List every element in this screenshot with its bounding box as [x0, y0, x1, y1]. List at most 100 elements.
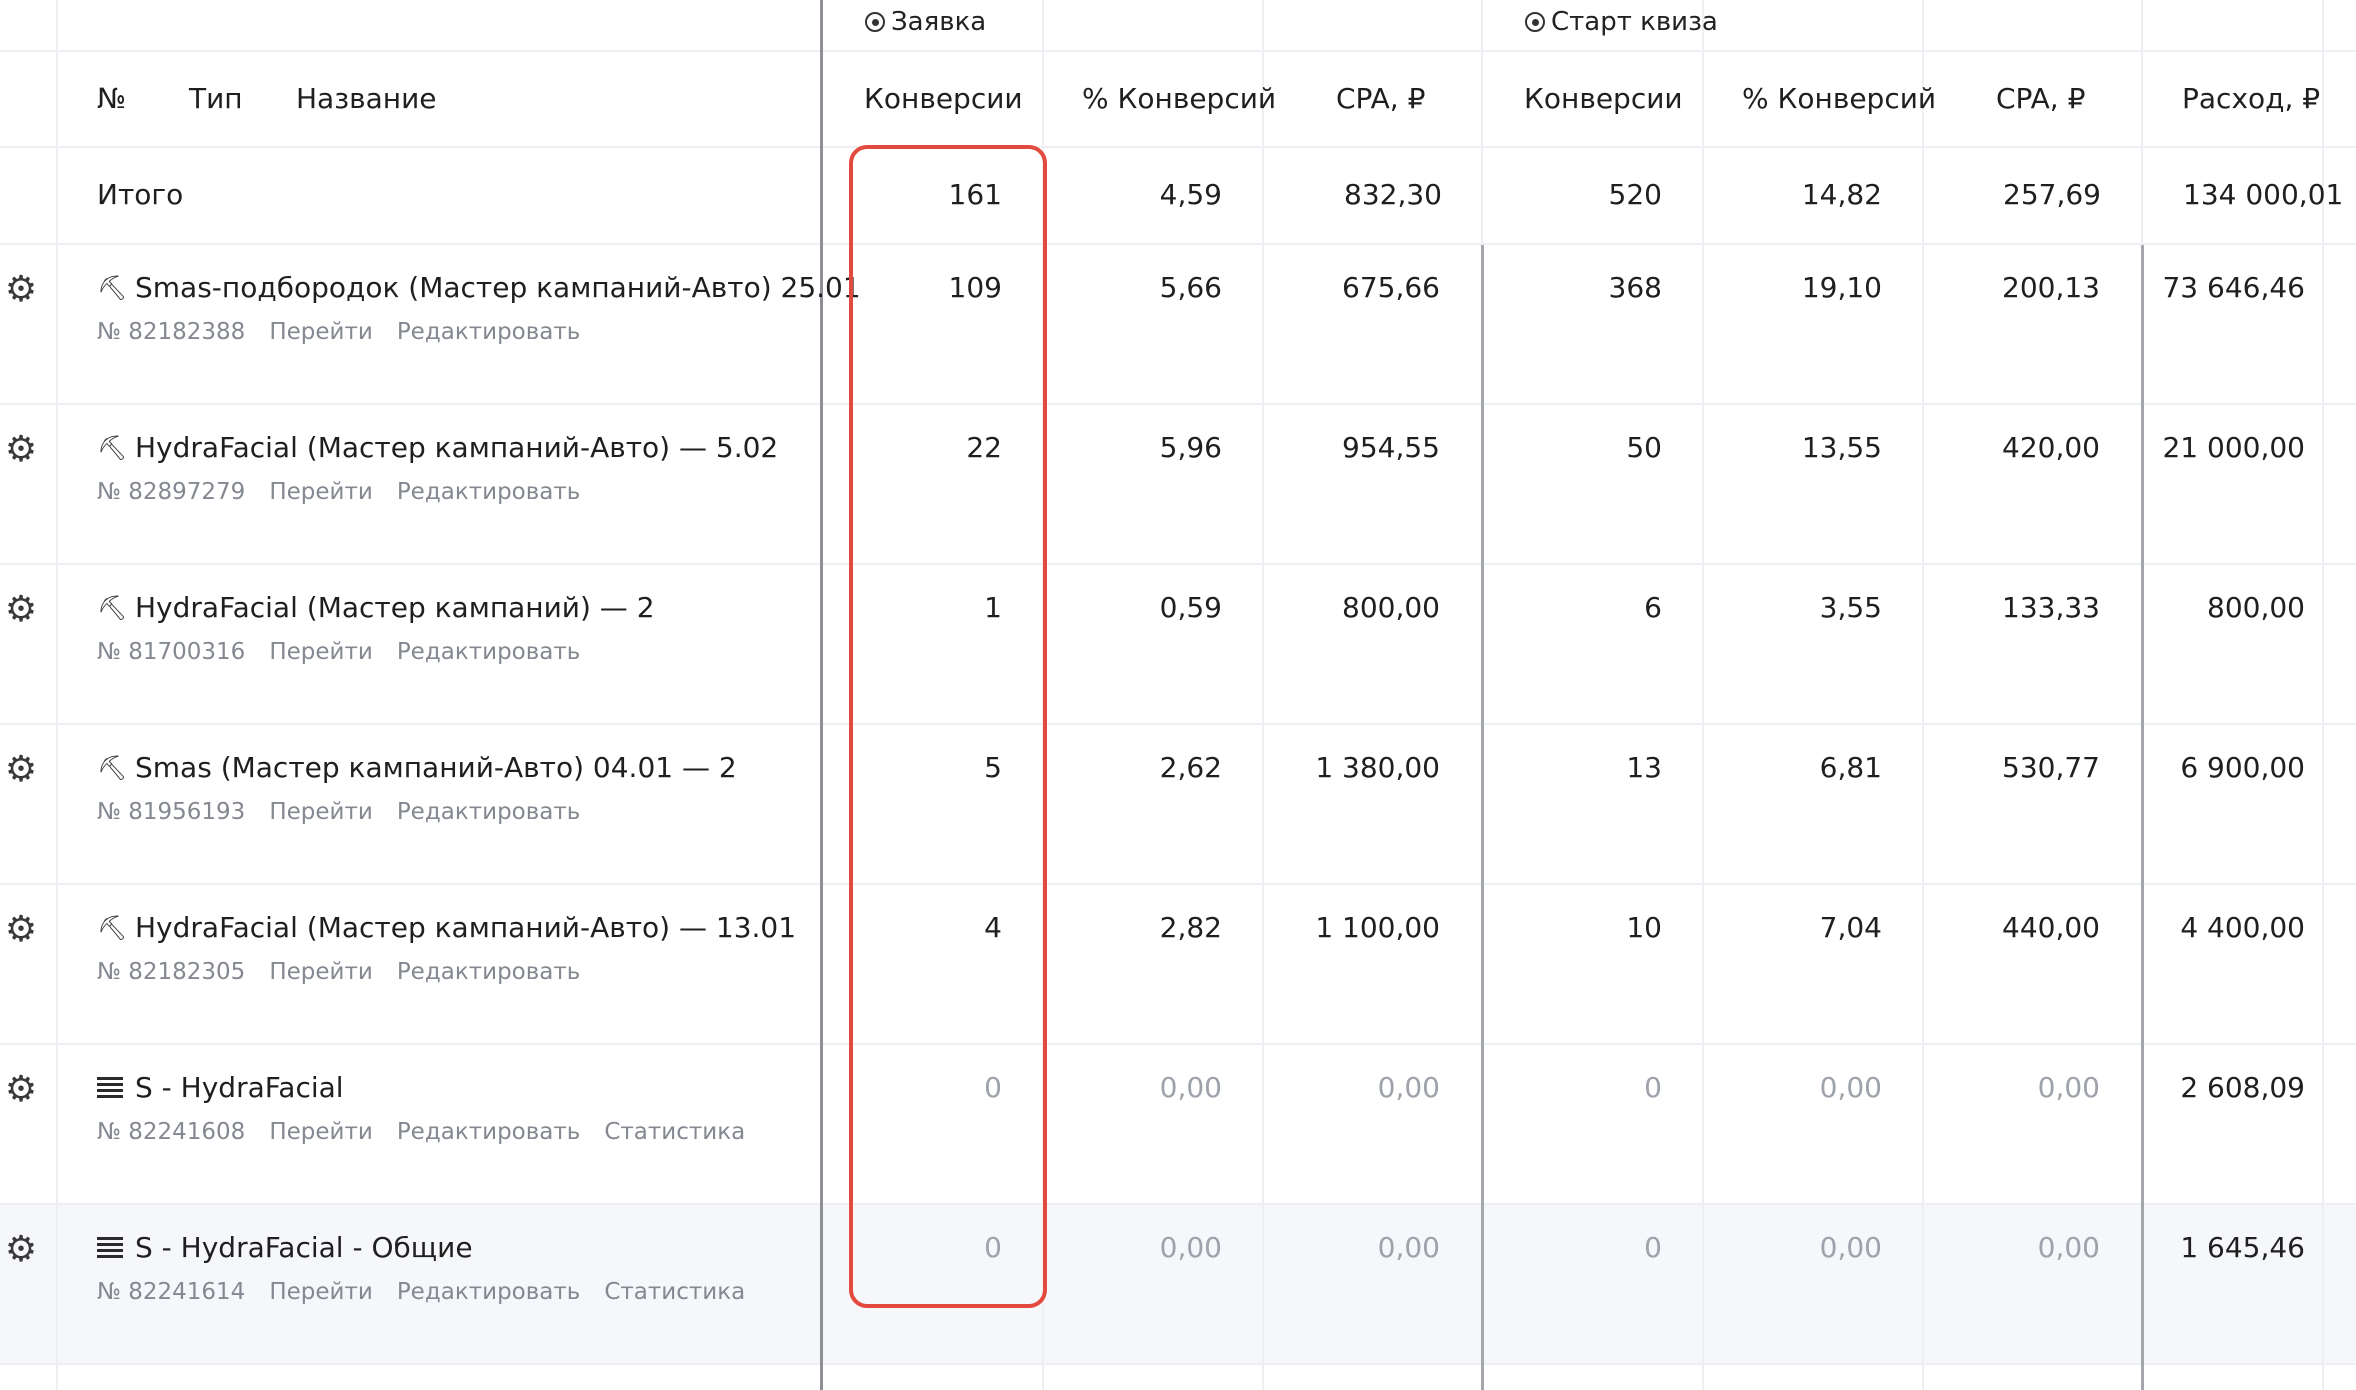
- cell-spend: 1 645,46: [2180, 1231, 2305, 1264]
- column-header-conversion-rate[interactable]: % Конверсий: [1742, 82, 1936, 115]
- campaign-name[interactable]: HydraFacial (Мастер кампаний-Авто) — 5.0…: [135, 431, 778, 464]
- campaign-name[interactable]: S - HydraFacial: [135, 1071, 344, 1104]
- edit-link[interactable]: Редактировать: [397, 959, 581, 985]
- go-link[interactable]: Перейти: [269, 1119, 373, 1145]
- total-conversion-rate: 4,59: [1159, 178, 1222, 211]
- settings-gear-icon[interactable]: ⚙: [4, 1072, 38, 1108]
- cell-conversion-rate: 13,55: [1801, 431, 1882, 464]
- cell-spend: 800,00: [2207, 591, 2305, 624]
- group-label: Заявка: [891, 7, 987, 37]
- highlight-box: [849, 145, 1047, 1308]
- cell-cpa: 0,00: [2037, 1071, 2100, 1104]
- total-label: Итого: [97, 178, 184, 211]
- total-conversions: 520: [1608, 178, 1662, 211]
- column-header-type[interactable]: Тип: [189, 82, 243, 115]
- cell-cpa: 530,77: [2002, 751, 2100, 784]
- column-header-number[interactable]: №: [97, 82, 126, 115]
- column-header-conversions[interactable]: Конверсии: [1524, 82, 1683, 115]
- master-campaign-auto-icon: ⛏: [97, 913, 128, 942]
- go-link[interactable]: Перейти: [269, 479, 373, 505]
- cell-conversion-rate: 6,81: [1819, 751, 1882, 784]
- statistics-link[interactable]: Статистика: [604, 1279, 745, 1305]
- table-row[interactable]: ⚙ ⛏ HydraFacial (Мастер кампаний) — 2 № 817…: [0, 563, 2356, 723]
- column-header-conversion-rate[interactable]: % Конверсий: [1082, 82, 1276, 115]
- total-spend: 134 000,01: [2183, 178, 2344, 211]
- cell-conversion-rate: 5,96: [1159, 431, 1222, 464]
- column-header-cpa[interactable]: CPA, ₽: [1336, 82, 1425, 115]
- go-link[interactable]: Перейти: [269, 639, 373, 665]
- cell-conversions: 10: [1626, 911, 1662, 944]
- column-header-name[interactable]: Название: [296, 82, 437, 115]
- table-row[interactable]: ⚙ S - HydraFacial № 82241608 Перейти Редакти…: [0, 1043, 2356, 1203]
- grid-line: [2141, 0, 2143, 245]
- table-row[interactable]: ⚙ ⛏ Smas (Мастер кампаний-Авто) 04.01 — 2 №…: [0, 723, 2356, 883]
- cell-spend: 6 900,00: [2180, 751, 2305, 784]
- go-link[interactable]: Перейти: [269, 959, 373, 985]
- edit-link[interactable]: Редактировать: [397, 479, 581, 505]
- campaign-name[interactable]: HydraFacial (Мастер кампаний) — 2: [135, 591, 655, 624]
- edit-link[interactable]: Редактировать: [397, 319, 581, 345]
- master-campaign-auto-icon: ⛏: [97, 593, 128, 622]
- column-header-cpa[interactable]: CPA, ₽: [1996, 82, 2085, 115]
- cell-cpa: 1 100,00: [1315, 911, 1440, 944]
- campaign-number: № 82241614: [97, 1279, 246, 1305]
- edit-link[interactable]: Редактировать: [397, 799, 581, 825]
- cell-cpa: 0,00: [1377, 1071, 1440, 1104]
- statistics-link[interactable]: Статистика: [604, 1119, 745, 1145]
- campaign-number: № 82241608: [97, 1119, 246, 1145]
- edit-link[interactable]: Редактировать: [397, 639, 581, 665]
- cell-conversions: 368: [1608, 271, 1662, 304]
- campaign-name[interactable]: HydraFacial (Мастер кампаний-Авто) — 13.…: [135, 911, 796, 944]
- column-header-conversions[interactable]: Конверсии: [864, 82, 1023, 115]
- cell-spend: 21 000,00: [2162, 431, 2305, 464]
- cell-conversion-rate: 2,62: [1159, 751, 1222, 784]
- go-link[interactable]: Перейти: [269, 799, 373, 825]
- total-cpa: 257,69: [2003, 178, 2101, 211]
- settings-gear-icon[interactable]: ⚙: [4, 272, 38, 308]
- campaign-number: № 82897279: [97, 479, 246, 505]
- settings-gear-icon[interactable]: ⚙: [4, 432, 38, 468]
- group-header-start-quiz: Старт квиза: [1525, 4, 1718, 40]
- campaign-meta: № 82182305 Перейти Редактировать: [97, 959, 580, 985]
- grid-line: [0, 146, 2356, 148]
- cell-conversions: 50: [1626, 431, 1662, 464]
- campaign-meta: № 82241608 Перейти Редактировать Статистика: [97, 1119, 745, 1145]
- campaign-meta: № 82182388 Перейти Редактировать: [97, 319, 580, 345]
- cell-conversion-rate: 0,59: [1159, 591, 1222, 624]
- master-campaign-auto-icon: ⛏: [97, 433, 128, 462]
- total-cpa: 832,30: [1344, 178, 1442, 211]
- table-row[interactable]: ⚙ ⛏ HydraFacial (Мастер кампаний-Авто) — 1…: [0, 883, 2356, 1043]
- edit-link[interactable]: Редактировать: [397, 1119, 581, 1145]
- table-row[interactable]: ⚙ S - HydraFacial - Общие № 82241614 Перейт…: [0, 1203, 2356, 1363]
- go-link[interactable]: Перейти: [269, 1279, 373, 1305]
- settings-gear-icon[interactable]: ⚙: [4, 912, 38, 948]
- edit-link[interactable]: Редактировать: [397, 1279, 581, 1305]
- cell-cpa: 440,00: [2002, 911, 2100, 944]
- cell-spend: 2 608,09: [2180, 1071, 2305, 1104]
- grid-line: [0, 1363, 2356, 1365]
- settings-gear-icon[interactable]: ⚙: [4, 1232, 38, 1268]
- campaign-meta: № 81700316 Перейти Редактировать: [97, 639, 580, 665]
- cell-conversion-rate: 0,00: [1819, 1071, 1882, 1104]
- campaign-number: № 82182305: [97, 959, 246, 985]
- text-campaign-icon: [97, 1076, 123, 1099]
- go-link[interactable]: Перейти: [269, 319, 373, 345]
- master-campaign-auto-icon: ⛏: [97, 753, 128, 782]
- cell-conversion-rate: 19,10: [1801, 271, 1882, 304]
- table-row[interactable]: ⚙ ⛏ Smas-подбородок (Мастер кампаний-Авто)…: [0, 243, 2356, 403]
- campaign-number: № 81956193: [97, 799, 246, 825]
- campaign-name[interactable]: S - HydraFacial - Общие: [135, 1231, 473, 1264]
- settings-gear-icon[interactable]: ⚙: [4, 752, 38, 788]
- campaign-meta: № 81956193 Перейти Редактировать: [97, 799, 580, 825]
- cell-cpa: 800,00: [1342, 591, 1440, 624]
- campaign-name[interactable]: Smas (Мастер кампаний-Авто) 04.01 — 2: [135, 751, 737, 784]
- settings-gear-icon[interactable]: ⚙: [4, 592, 38, 628]
- cell-cpa: 420,00: [2002, 431, 2100, 464]
- table-row[interactable]: ⚙ ⛏ HydraFacial (Мастер кампаний-Авто) — 5…: [0, 403, 2356, 563]
- campaign-name[interactable]: Smas-подбородок (Мастер кампаний-Авто) 2…: [135, 271, 861, 304]
- group-label: Старт квиза: [1551, 7, 1718, 37]
- cell-cpa: 675,66: [1342, 271, 1440, 304]
- column-header-spend[interactable]: Расход, ₽: [2182, 82, 2320, 115]
- cell-conversion-rate: 5,66: [1159, 271, 1222, 304]
- cell-cpa: 0,00: [1377, 1231, 1440, 1264]
